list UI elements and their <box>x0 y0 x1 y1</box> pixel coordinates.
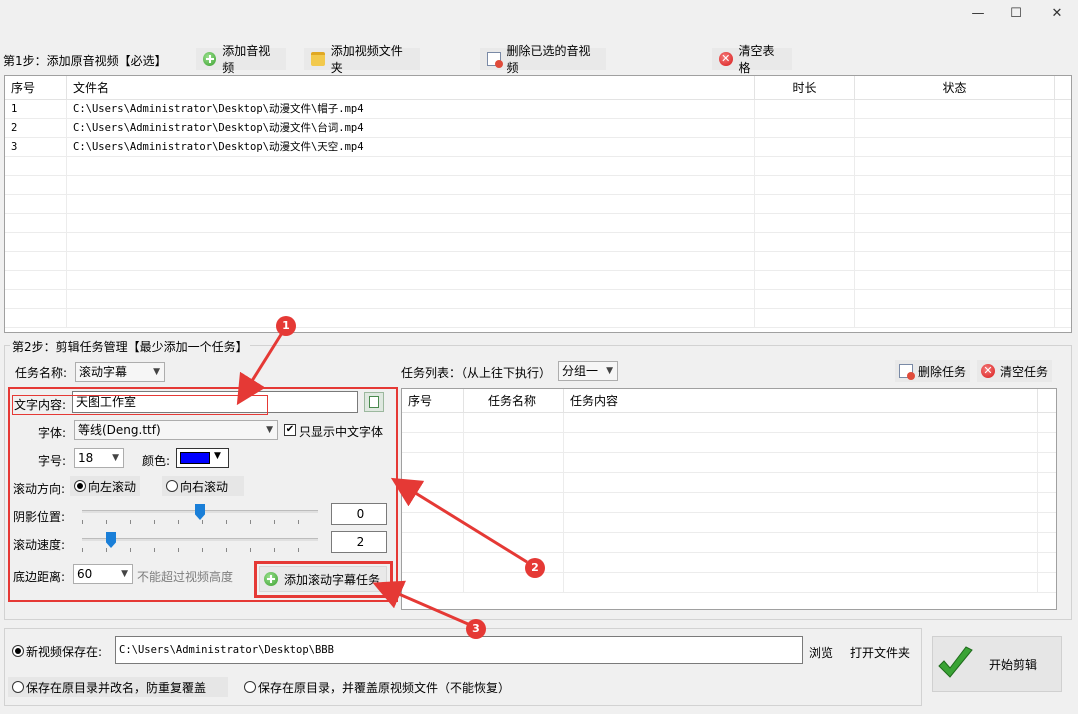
arrow-1 <box>236 332 284 406</box>
annotation-arrows <box>236 332 528 626</box>
arrow-3 <box>372 580 469 626</box>
annotation-badge-2: 2 <box>525 558 545 578</box>
arrow-2 <box>390 477 528 564</box>
annotation-badge-1: 1 <box>276 316 296 336</box>
annotation-badge-3: 3 <box>466 619 486 639</box>
